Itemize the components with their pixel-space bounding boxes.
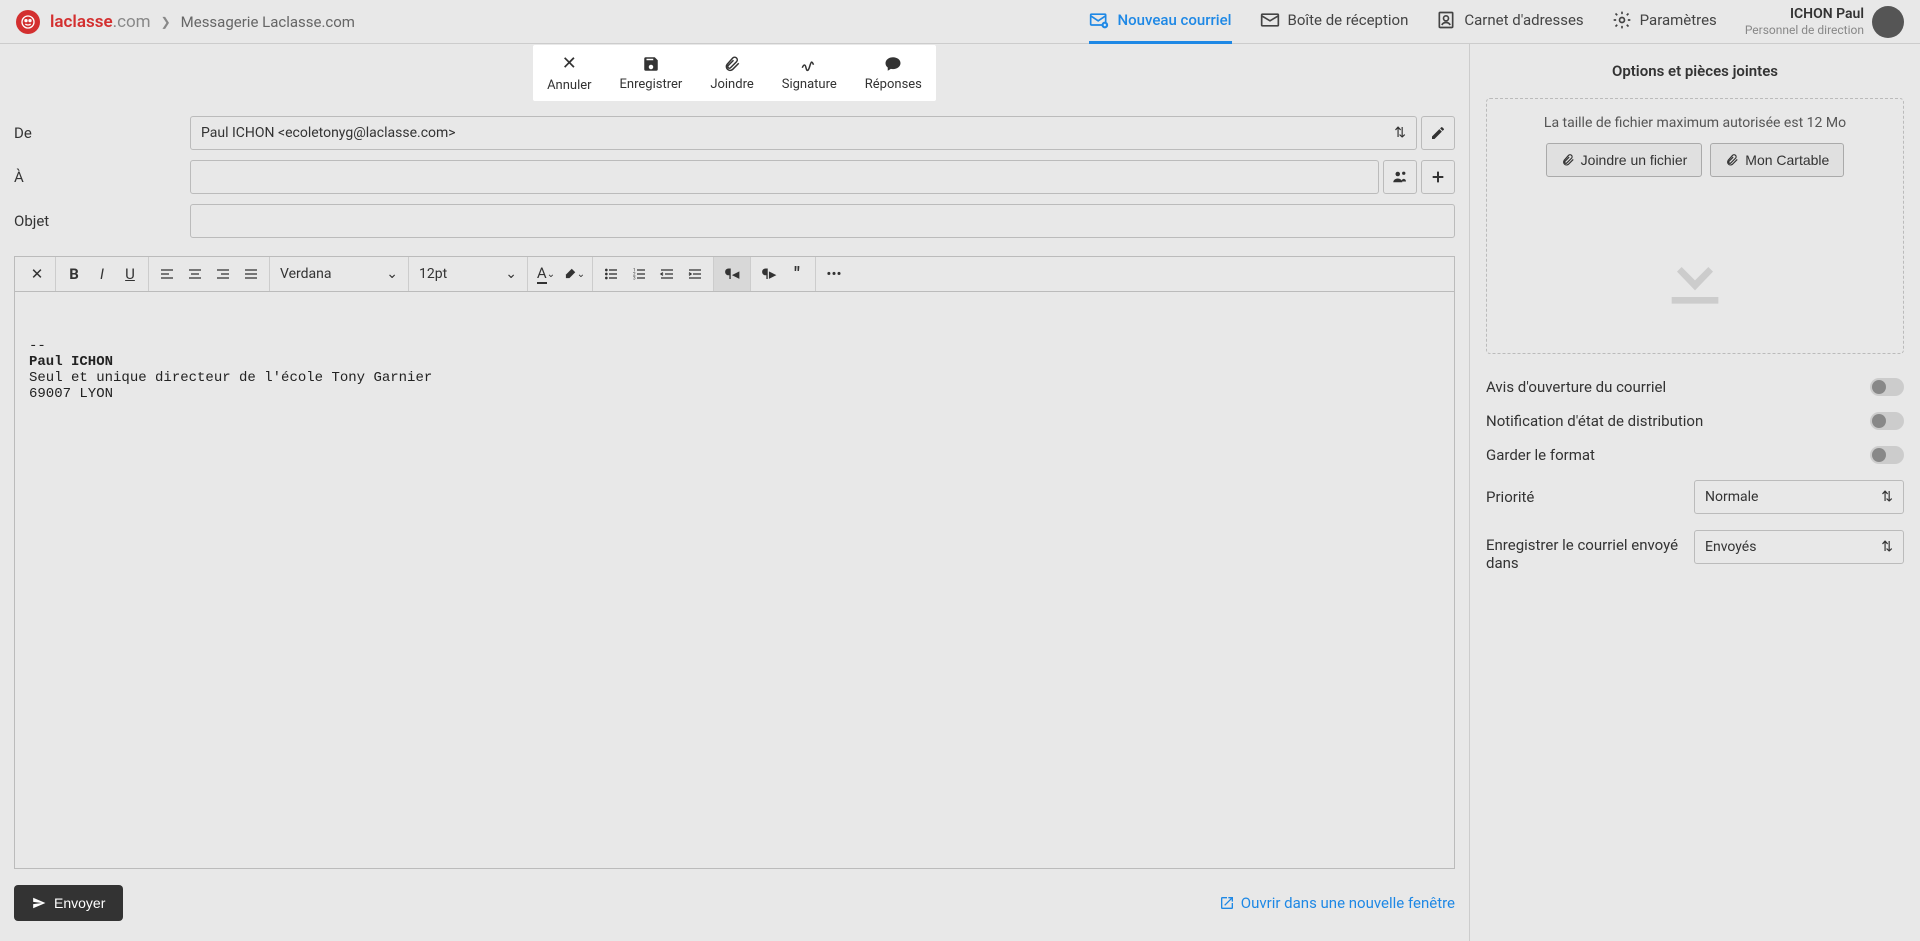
main-content: ✕ Annuler Enregistrer Joindre [0,44,1920,941]
app-header: laclasse.com ❯ Messagerie Laclasse.com N… [0,0,1920,44]
compose-form: De Paul ICHON <ecoletonyg@laclasse.com> … [0,102,1469,248]
priority-row: Priorité Normale ⇅ [1470,472,1920,522]
sort-icon: ⇅ [1881,489,1893,505]
editor-toolbar: ✕ B I U Verdana⌄ 12pt⌄ A ⌄ ⌄ [14,256,1455,292]
edit-from-button[interactable] [1421,116,1455,150]
ltr-button[interactable]: ¶◂ [718,260,746,288]
save-in-row: Enregistrer le courriel envoyé dans Envo… [1470,522,1920,580]
my-bag-button[interactable]: Mon Cartable [1710,143,1844,177]
editor-body[interactable]: -- Paul ICHON Seul et unique directeur d… [14,292,1455,869]
attach-button[interactable]: Joindre [696,45,767,101]
save-icon [642,55,660,73]
signature-button[interactable]: Signature [768,45,851,101]
subject-row: Objet [14,204,1455,238]
chevron-right-icon: ❯ [161,15,171,29]
from-row: De Paul ICHON <ecoletonyg@laclasse.com> … [14,116,1455,150]
send-button[interactable]: Envoyer [14,885,123,921]
compose-footer: Envoyer Ouvrir dans une nouvelle fenêtre [0,873,1469,941]
gear-icon [1612,10,1632,30]
keep-format-row: Garder le format [1470,438,1920,472]
priority-select[interactable]: Normale ⇅ [1694,480,1904,514]
chevron-down-icon: ⌄ [386,266,398,282]
nav-inbox[interactable]: Boîte de réception [1260,0,1409,44]
sort-icon: ⇅ [1881,539,1893,555]
save-in-select[interactable]: Envoyés ⇅ [1694,530,1904,564]
nav-settings[interactable]: Paramètres [1612,0,1717,44]
align-justify-button[interactable] [237,260,265,288]
blockquote-button[interactable]: " [783,260,811,288]
breadcrumb: Messagerie Laclasse.com [181,13,355,31]
indent-button[interactable] [681,260,709,288]
bullet-list-button[interactable] [597,260,625,288]
delivery-status-row: Notification d'état de distribution [1470,404,1920,438]
inbox-icon [1260,10,1280,30]
align-left-button[interactable] [153,260,181,288]
italic-button[interactable]: I [88,260,116,288]
from-label: De [14,124,190,142]
avatar[interactable] [1872,6,1904,38]
add-recipient-button[interactable] [1421,160,1455,194]
comment-icon [884,55,902,73]
header-nav: Nouveau courriel Boîte de réception Carn… [1089,0,1904,44]
delivery-status-toggle[interactable] [1870,412,1904,430]
nav-contacts[interactable]: Carnet d'adresses [1436,0,1583,44]
user-name: ICHON Paul [1745,6,1864,23]
subject-label: Objet [14,212,190,230]
sort-icon: ⇅ [1394,125,1406,141]
compose-area: ✕ Annuler Enregistrer Joindre [0,44,1470,941]
attachment-dropzone[interactable]: La taille de fichier maximum autorisée e… [1486,98,1904,354]
save-button[interactable]: Enregistrer [606,45,697,101]
sidebar-title: Options et pièces jointes [1470,44,1920,98]
logo-text[interactable]: laclasse.com [50,12,151,32]
bold-button[interactable]: B [60,260,88,288]
mail-plus-icon [1089,10,1109,30]
to-input[interactable] [190,160,1379,194]
close-icon: ✕ [562,53,577,74]
rtl-button[interactable]: ¶▸ [755,260,783,288]
to-row: À [14,160,1455,194]
cancel-button[interactable]: ✕ Annuler [533,45,605,101]
user-role: Personnel de direction [1745,23,1864,37]
font-size-select[interactable]: 12pt⌄ [413,260,523,288]
sidebar-options: Options et pièces jointes La taille de f… [1470,44,1920,941]
number-list-button[interactable]: 123 [625,260,653,288]
compose-toolbar: ✕ Annuler Enregistrer Joindre [0,44,1469,102]
more-button[interactable]: ••• [820,260,848,288]
underline-button[interactable]: U [116,260,144,288]
keep-format-toggle[interactable] [1870,446,1904,464]
read-receipt-toggle[interactable] [1870,378,1904,396]
open-new-window-link[interactable]: Ouvrir dans une nouvelle fenêtre [1219,894,1455,912]
paperclip-icon [723,55,741,73]
from-select[interactable]: Paul ICHON <ecoletonyg@laclasse.com> ⇅ [190,116,1417,150]
align-center-button[interactable] [181,260,209,288]
font-select[interactable]: Verdana⌄ [274,260,404,288]
text-color-button[interactable]: A ⌄ [532,260,560,288]
svg-text:3: 3 [633,275,636,281]
nav-new-mail[interactable]: Nouveau courriel [1089,0,1231,44]
download-icon [1503,237,1887,317]
read-receipt-row: Avis d'ouverture du courriel [1470,370,1920,404]
add-contact-button[interactable] [1383,160,1417,194]
address-book-icon [1436,10,1456,30]
clear-format-button[interactable]: ✕ [23,260,51,288]
header-left: laclasse.com ❯ Messagerie Laclasse.com [16,10,355,34]
responses-button[interactable]: Réponses [851,45,936,101]
signature-icon [800,55,818,73]
chevron-down-icon: ⌄ [505,266,517,282]
dropzone-text: La taille de fichier maximum autorisée e… [1503,115,1887,131]
subject-input[interactable] [190,204,1455,238]
outdent-button[interactable] [653,260,681,288]
header-user[interactable]: ICHON Paul Personnel de direction [1745,6,1904,38]
logo-icon[interactable] [16,10,40,34]
attach-file-button[interactable]: Joindre un fichier [1546,143,1703,177]
highlight-button[interactable]: ⌄ [560,260,588,288]
align-right-button[interactable] [209,260,237,288]
to-label: À [14,168,190,186]
